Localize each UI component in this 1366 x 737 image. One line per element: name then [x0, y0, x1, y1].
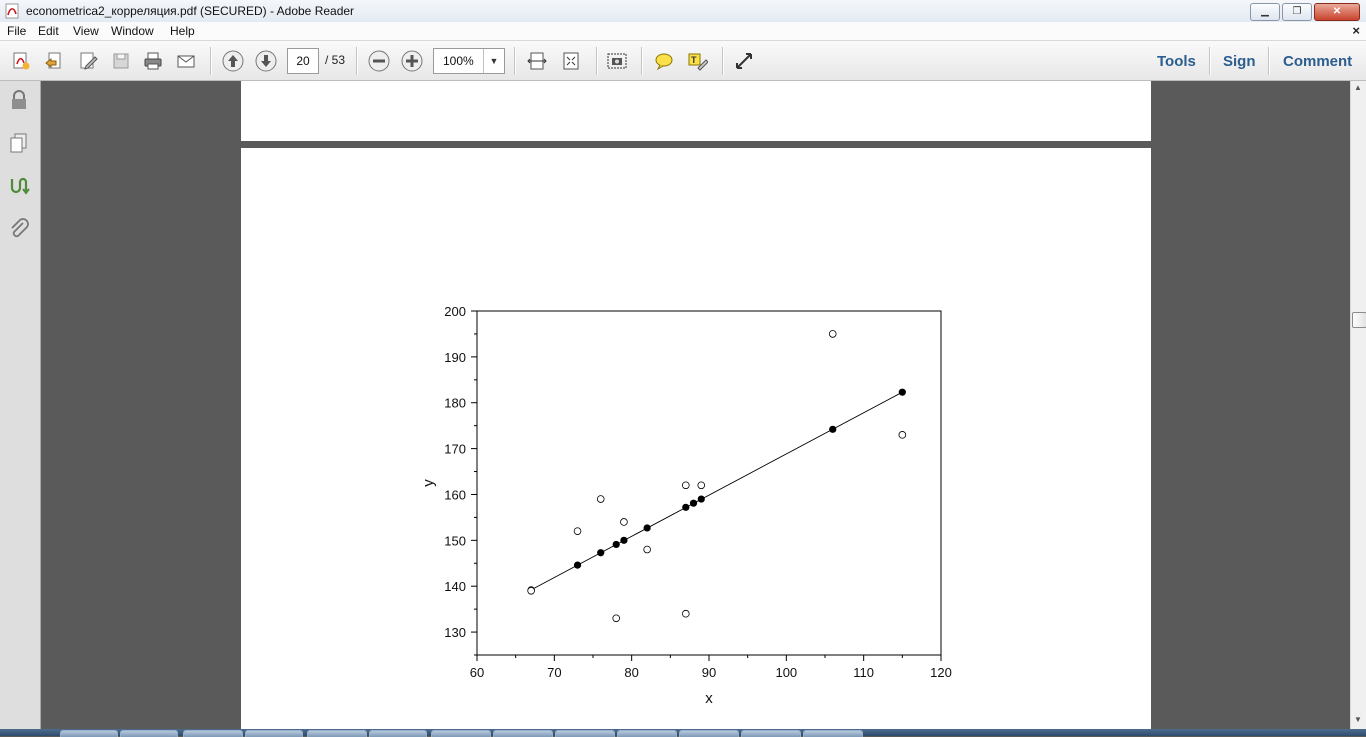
pdf-page-previous — [241, 81, 1151, 141]
lock-icon[interactable] — [8, 89, 30, 111]
tools-button[interactable]: Tools — [1157, 53, 1196, 70]
fitted-point — [573, 561, 582, 569]
attachments-icon[interactable] — [8, 218, 30, 240]
menu-edit[interactable]: Edit — [38, 24, 59, 38]
y-tick-label: 190 — [444, 350, 466, 365]
next-page-icon[interactable] — [255, 50, 277, 72]
x-tick-label: 80 — [624, 665, 638, 680]
svg-text:T: T — [691, 55, 697, 65]
menu-bar: File Edit View Window Help × — [0, 22, 1366, 41]
x-tick-label: 70 — [547, 665, 561, 680]
restore-button[interactable]: ❐ — [1282, 3, 1312, 21]
taskbar — [0, 729, 1366, 737]
fitted-point — [697, 495, 705, 503]
signatures-icon[interactable] — [8, 175, 30, 197]
snapshot-icon[interactable] — [607, 51, 627, 71]
chevron-down-icon[interactable]: ▼ — [483, 49, 504, 73]
navigation-pane — [0, 81, 41, 729]
email-icon[interactable] — [176, 51, 196, 71]
save-icon[interactable] — [111, 51, 131, 71]
print-icon[interactable] — [143, 51, 163, 71]
y-tick-label: 150 — [444, 533, 466, 548]
observed-point — [828, 330, 837, 338]
title-bar: econometrica2_корреляция.pdf (SECURED) -… — [0, 0, 1366, 23]
observed-point — [527, 586, 535, 595]
x-tick-label: 120 — [930, 665, 952, 680]
y-tick-label: 170 — [444, 442, 466, 457]
scroll-up-icon[interactable]: ▲ — [1354, 83, 1362, 92]
close-window-button[interactable]: ✕ — [1314, 3, 1360, 21]
comment-button[interactable]: Comment — [1283, 53, 1352, 70]
observed-point — [898, 431, 907, 439]
y-tick-label: 160 — [444, 487, 466, 502]
fitted-point — [829, 425, 837, 433]
vertical-scrollbar[interactable]: ▲ ▼ — [1350, 81, 1366, 729]
fitted-point — [682, 503, 690, 511]
y-axis-label: y — [420, 479, 437, 487]
zoom-in-icon[interactable] — [401, 50, 423, 72]
pages-icon[interactable] — [8, 132, 30, 154]
edit-icon[interactable] — [78, 51, 98, 71]
x-tick-label: 100 — [775, 665, 797, 680]
fit-page-icon[interactable] — [561, 51, 581, 71]
observed-point — [681, 609, 690, 618]
y-tick-label: 130 — [444, 625, 466, 640]
fitted-point — [620, 536, 628, 544]
menu-file[interactable]: File — [7, 24, 26, 38]
observed-point — [573, 527, 582, 535]
menu-help[interactable]: Help — [170, 24, 195, 38]
zoom-value: 100% — [443, 54, 474, 68]
menu-window[interactable]: Window — [111, 24, 154, 38]
scrollbar-thumb[interactable] — [1352, 312, 1366, 328]
scroll-down-icon[interactable]: ▼ — [1354, 715, 1362, 724]
observed-point — [596, 495, 605, 503]
menu-view[interactable]: View — [73, 24, 99, 38]
plot-frame — [476, 310, 942, 656]
fitted-point — [689, 499, 698, 507]
fitted-point — [597, 549, 605, 557]
open-icon[interactable] — [44, 51, 64, 71]
fitted-point — [643, 524, 651, 532]
create-pdf-icon[interactable] — [11, 51, 31, 71]
close-document-icon[interactable]: × — [1352, 23, 1360, 38]
highlight-icon[interactable]: T — [688, 51, 708, 71]
sign-button[interactable]: Sign — [1223, 53, 1256, 70]
adobe-reader-app-icon — [5, 3, 19, 19]
observed-point — [643, 545, 651, 554]
x-tick-label: 110 — [853, 665, 874, 680]
fitted-point — [898, 388, 906, 396]
y-tick-label: 200 — [444, 304, 466, 319]
observed-point — [612, 614, 621, 623]
x-tick-label: 60 — [470, 665, 484, 680]
y-tick-label: 140 — [444, 579, 466, 594]
x-tick-label: 90 — [702, 665, 716, 680]
window-title: econometrica2_корреляция.pdf (SECURED) -… — [26, 4, 355, 18]
fitted-point — [612, 540, 620, 549]
page-number-input[interactable]: 20 — [287, 48, 319, 74]
toolbar: 20 / 53 100% ▼ T Tools Sign Comment — [0, 41, 1366, 81]
y-tick-label: 180 — [444, 396, 466, 411]
minimize-button[interactable]: ▁ — [1250, 3, 1280, 21]
fit-width-icon[interactable] — [527, 51, 547, 71]
zoom-select[interactable]: 100% ▼ — [433, 48, 505, 74]
x-axis-label: x — [705, 690, 713, 707]
pdf-page-current: 60 70 80 90 100 110 120 130 140 150 160 170 180 190 20… — [241, 148, 1151, 730]
observed-point — [620, 518, 628, 526]
prev-page-icon[interactable] — [222, 50, 244, 72]
observed-point — [697, 481, 706, 490]
page-total: / 53 — [325, 53, 346, 67]
regression-line — [530, 391, 903, 591]
scatter-chart: 60 70 80 90 100 110 120 130 140 150 160 170 180 190 20… — [420, 304, 952, 707]
zoom-out-icon[interactable] — [368, 50, 390, 72]
observed-point — [681, 481, 690, 490]
full-screen-icon[interactable] — [734, 51, 754, 71]
sticky-note-icon[interactable] — [654, 51, 674, 71]
